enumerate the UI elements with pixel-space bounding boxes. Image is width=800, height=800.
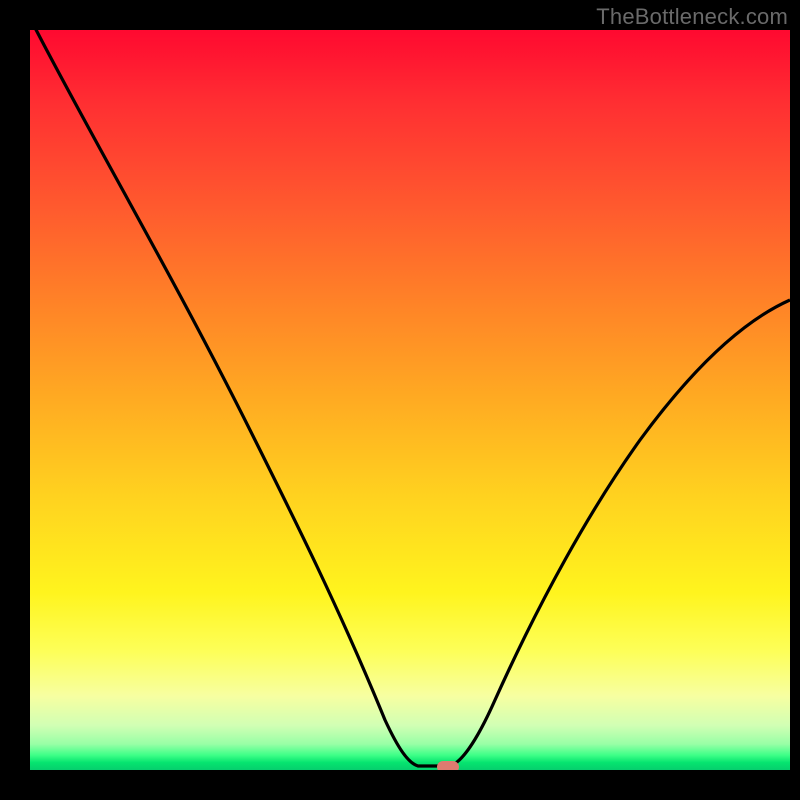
chart-frame: TheBottleneck.com [0, 0, 800, 800]
watermark-text: TheBottleneck.com [596, 4, 788, 30]
curve-path [31, 30, 790, 766]
bottleneck-curve [30, 30, 790, 770]
optimal-point-marker [437, 761, 459, 770]
plot-area [30, 30, 790, 770]
